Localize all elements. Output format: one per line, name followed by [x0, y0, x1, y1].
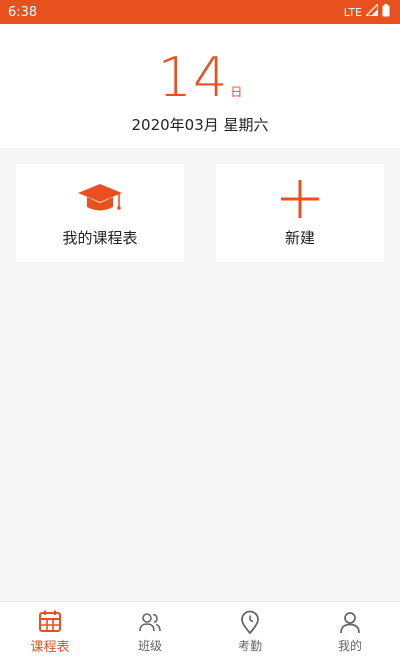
my-schedule-label: 我的课程表: [62, 228, 138, 247]
day-display: 14 日: [0, 48, 400, 108]
calendar-icon: [37, 608, 63, 634]
new-label: 新建: [284, 228, 315, 247]
signal-icon: [364, 2, 379, 20]
users-icon: [137, 609, 163, 635]
location-clock-icon: [237, 609, 263, 635]
new-card[interactable]: 新建: [216, 164, 384, 262]
graduation-cap-icon: [76, 179, 124, 219]
tab-class-label: 班级: [137, 639, 162, 653]
battery-icon: [382, 3, 390, 21]
bottom-tab-bar: 课程表 班级 考勤 我的: [0, 601, 400, 661]
tab-class[interactable]: 班级: [100, 602, 200, 661]
user-icon: [337, 609, 363, 635]
tab-attendance-label: 考勤: [237, 639, 262, 653]
tab-schedule[interactable]: 课程表: [0, 602, 100, 661]
plus-icon: [276, 179, 324, 219]
network-label: LTE: [343, 5, 362, 19]
tab-attendance[interactable]: 考勤: [200, 602, 300, 661]
date-line: 2020年03月 星期六: [131, 116, 269, 134]
status-icons: LTE: [343, 2, 390, 21]
my-schedule-card[interactable]: 我的课程表: [16, 164, 184, 262]
tab-mine[interactable]: 我的: [300, 602, 400, 661]
tab-mine-label: 我的: [337, 639, 362, 653]
day-suffix: 日: [230, 85, 243, 99]
day-number: 14: [157, 46, 229, 109]
date-header: 14 日 2020年03月 星期六: [0, 24, 400, 148]
tab-schedule-label: 课程表: [30, 640, 70, 655]
action-cards: 我的课程表 新建: [16, 164, 384, 262]
status-bar: 6:38 LTE: [0, 0, 400, 24]
status-time: 6:38: [8, 4, 38, 20]
